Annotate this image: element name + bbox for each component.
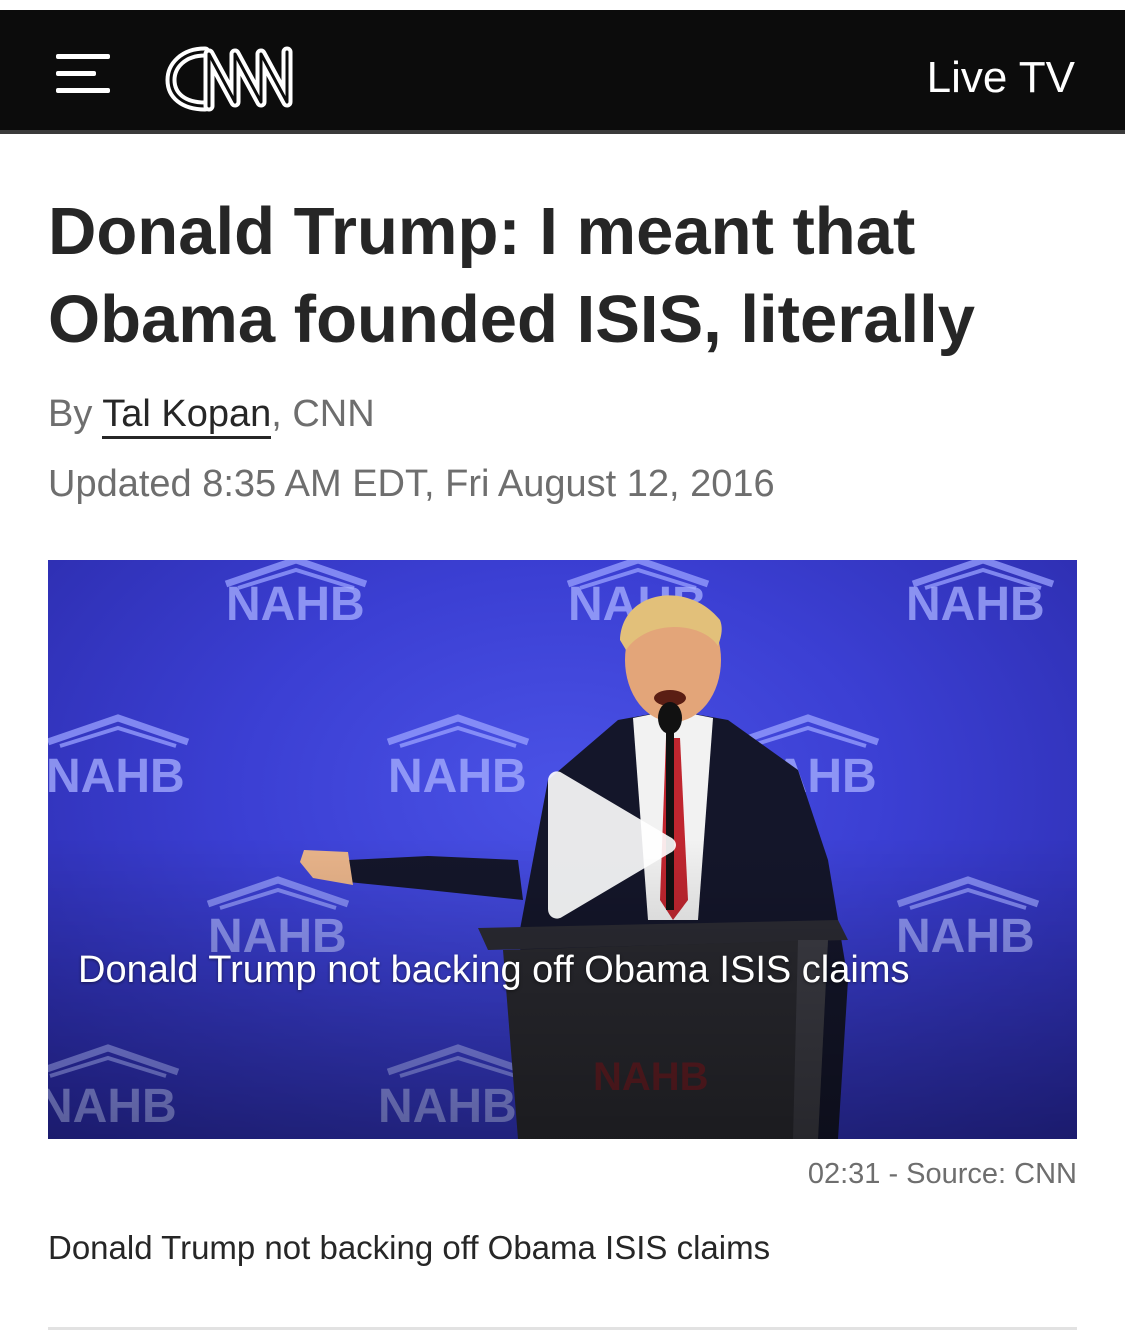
article-headline: Donald Trump: I meant that Obama founded… (48, 194, 976, 357)
cnn-logo[interactable] (165, 40, 310, 116)
hamburger-menu-icon[interactable] (56, 54, 112, 94)
byline-prefix: By (48, 393, 93, 435)
backdrop-logo-text: NAHB (226, 578, 365, 631)
meta-separator: - (880, 1158, 907, 1190)
play-icon[interactable] (548, 765, 678, 925)
byline-outlet: , CNN (271, 393, 375, 435)
video-source: Source: CNN (906, 1158, 1077, 1190)
section-divider (48, 1327, 1077, 1330)
video-meta: 02:31 - Source: CNN (808, 1154, 1077, 1194)
backdrop-logo-text: NAHB (48, 750, 185, 803)
video-description: Donald Trump not backing off Obama ISIS … (48, 1229, 771, 1266)
backdrop-logo-text: NAHB (906, 578, 1045, 631)
video-duration: 02:31 (807, 1158, 881, 1190)
status-bar-area (0, 0, 1125, 10)
byline: By Tal Kopan, CNN (48, 388, 375, 440)
live-tv-link[interactable]: Live TV (927, 48, 1075, 108)
video-player[interactable]: NAHB NAHB NAHB NAHB NAHB NAHB NAHB NAHB … (48, 560, 1077, 1139)
backdrop-logo-text: NAHB (388, 750, 527, 803)
author-link[interactable]: Tal Kopan (102, 393, 272, 439)
top-navigation-bar: Live TV (0, 10, 1125, 134)
video-overlay-title: Donald Trump not backing off Obama ISIS … (78, 949, 910, 991)
updated-timestamp: Updated 8:35 AM EDT, Fri August 12, 2016 (48, 463, 775, 505)
